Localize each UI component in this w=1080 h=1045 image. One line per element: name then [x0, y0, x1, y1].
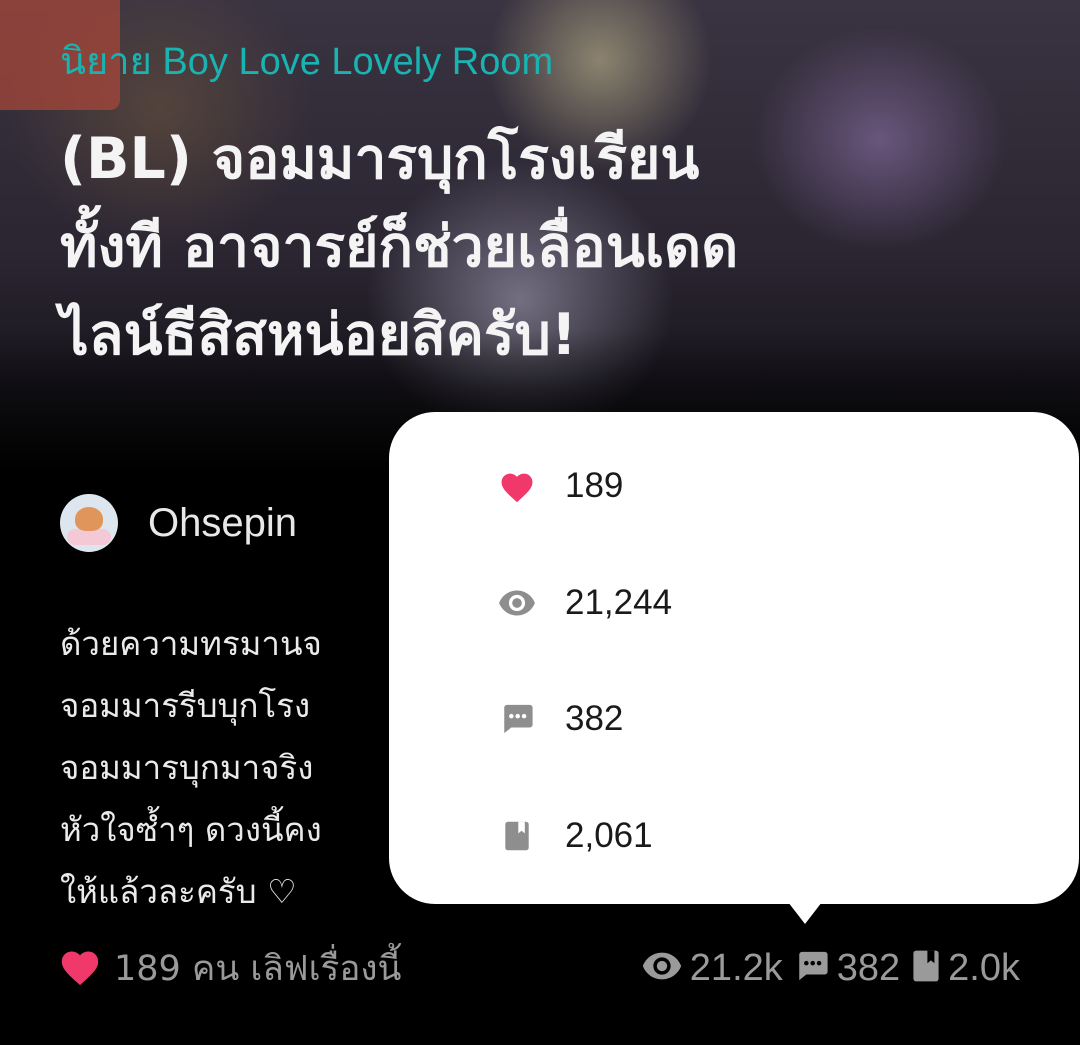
popover-chapters-row: 2,061 — [497, 816, 653, 856]
love-count-text: 189 คน เลิฟเรื่องนี้ — [114, 948, 402, 989]
popover-comments-value: 382 — [565, 699, 624, 738]
title-line: (BL) จอมมารบุกโรงเรียน — [60, 126, 700, 192]
stats-popover: 189 21,244 382 2,061 — [389, 412, 1079, 904]
description-line: จอมมารบุกมาจริง — [60, 748, 314, 787]
chapters-count: 2.0k — [948, 946, 1020, 989]
description-line: หัวใจซ้ำๆ ดวงนี้คง — [60, 810, 322, 849]
popover-chapters-value: 2,061 — [565, 816, 653, 855]
title-line: ทั้งที อาจารย์ก็ช่วยเลื่อนเดด — [60, 214, 739, 280]
popover-views-row: 21,244 — [497, 583, 672, 623]
popover-pointer — [788, 902, 822, 924]
popover-likes-row: 189 — [497, 466, 623, 506]
description-line: ให้แล้วละครับ ♡ — [60, 872, 297, 911]
book-icon — [497, 816, 537, 856]
popover-comments-row: 382 — [497, 699, 623, 739]
views-count: 21.2k — [689, 946, 783, 989]
views-stat[interactable]: 21.2k — [642, 947, 783, 990]
love-button[interactable]: 189 คน เลิฟเรื่องนี้ — [58, 938, 401, 998]
comments-count: 382 — [836, 946, 901, 989]
story-description: ด้วยความทรมานจ จอมมารรีบบุกโรง จอมมารบุก… — [60, 613, 322, 923]
popover-likes-value: 189 — [565, 466, 624, 505]
eye-icon — [642, 951, 682, 985]
description-line: ด้วยความทรมานจ — [60, 624, 322, 663]
author-avatar[interactable] — [60, 494, 118, 552]
popover-views-value: 21,244 — [565, 583, 673, 622]
story-category[interactable]: นิยาย Boy Love Lovely Room — [60, 30, 553, 91]
stats-summary[interactable]: 21.2k 382 2.0k — [630, 938, 1020, 998]
comments-stat[interactable]: 382 — [795, 947, 900, 990]
title-line: ไลน์ธีสิสหน่อยสิครับ! — [60, 302, 577, 368]
story-title: (BL) จอมมารบุกโรงเรียน ทั้งที อาจารย์ก็ช… — [60, 115, 1020, 379]
heart-icon — [58, 946, 102, 990]
eye-icon — [497, 583, 537, 623]
chapters-stat[interactable]: 2.0k — [912, 947, 1020, 990]
author-name[interactable]: Ohsepin — [148, 501, 297, 546]
author-row[interactable]: Ohsepin — [60, 494, 297, 552]
comment-icon — [795, 949, 829, 987]
stats-bar: 189 คน เลิฟเรื่องนี้ 21.2k 382 2.0k — [0, 938, 1080, 998]
comment-icon — [497, 699, 537, 739]
heart-icon — [497, 466, 537, 506]
description-line: จอมมารรีบบุกโรง — [60, 686, 311, 725]
book-icon — [912, 949, 940, 987]
